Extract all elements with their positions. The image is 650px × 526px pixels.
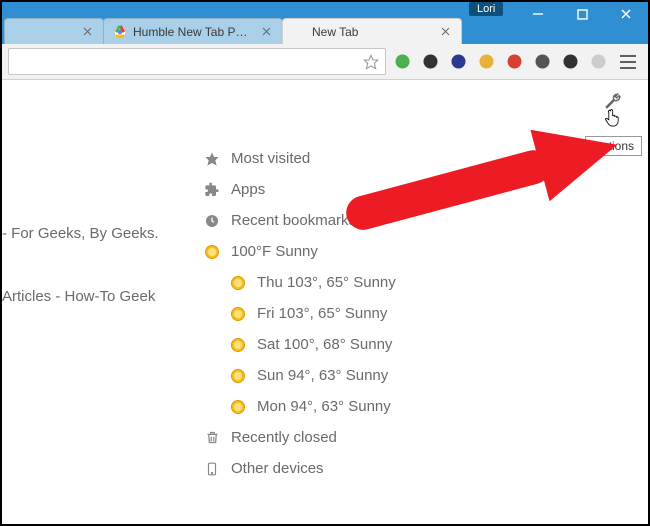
tab-background-2[interactable]: Humble New Tab Page bbox=[103, 18, 283, 44]
sun-icon bbox=[229, 277, 247, 289]
menu-weather[interactable]: 100°F Sunny bbox=[203, 237, 396, 266]
address-bar[interactable] bbox=[8, 48, 386, 75]
menu-forecast-day[interactable]: Fri 103°, 65° Sunny bbox=[229, 299, 396, 328]
menu-button[interactable] bbox=[614, 50, 642, 74]
menu-label: Sun 94°, 63° Sunny bbox=[257, 367, 388, 384]
favicon-icon bbox=[291, 24, 306, 39]
tab-background-1[interactable] bbox=[4, 18, 104, 44]
puzzle-icon bbox=[203, 182, 221, 198]
favicon-icon bbox=[112, 24, 127, 39]
sun-icon bbox=[229, 308, 247, 320]
menu-recently-closed[interactable]: Recently closed bbox=[203, 423, 396, 452]
menu-label: Recently closed bbox=[231, 429, 337, 446]
circle-icon[interactable] bbox=[502, 50, 526, 74]
menu-most-visited[interactable]: Most visited bbox=[203, 144, 396, 173]
chrome-icon[interactable] bbox=[474, 50, 498, 74]
close-icon[interactable] bbox=[439, 26, 451, 38]
menu-forecast-day[interactable]: Thu 103°, 65° Sunny bbox=[229, 268, 396, 297]
tab-active[interactable]: New Tab bbox=[282, 18, 462, 44]
menu-forecast-day[interactable]: Sat 100°, 68° Sunny bbox=[229, 330, 396, 359]
device-icon bbox=[203, 461, 221, 477]
sun-icon bbox=[229, 401, 247, 413]
info-icon[interactable] bbox=[530, 50, 554, 74]
pocket-icon[interactable] bbox=[558, 50, 582, 74]
ublock-icon[interactable] bbox=[390, 50, 414, 74]
close-icon[interactable] bbox=[81, 26, 93, 38]
trash-icon bbox=[203, 430, 221, 445]
menu-label: Other devices bbox=[231, 460, 324, 477]
bookmark-star-icon[interactable] bbox=[363, 54, 379, 70]
menu-label: Thu 103°, 65° Sunny bbox=[257, 274, 396, 291]
new-tab-menu: Most visited Apps Recent bookmarks 100°F… bbox=[203, 144, 396, 483]
menu-other-devices[interactable]: Other devices bbox=[203, 454, 396, 483]
menu-label: Most visited bbox=[231, 150, 310, 167]
menu-label: Recent bookmarks bbox=[231, 212, 356, 229]
tab-label: Humble New Tab Page bbox=[133, 25, 254, 39]
menu-apps[interactable]: Apps bbox=[203, 175, 396, 204]
window-close-button[interactable] bbox=[604, 0, 648, 28]
menu-label: Fri 103°, 65° Sunny bbox=[257, 305, 387, 322]
menu-label: Apps bbox=[231, 181, 265, 198]
sun-icon bbox=[229, 339, 247, 351]
close-icon[interactable] bbox=[260, 26, 272, 38]
menu-recent-bookmarks[interactable]: Recent bookmarks bbox=[203, 206, 396, 235]
pale-icon[interactable] bbox=[586, 50, 610, 74]
menu-forecast-day[interactable]: Mon 94°, 63° Sunny bbox=[229, 392, 396, 421]
sun-icon bbox=[229, 370, 247, 382]
toolbar bbox=[2, 44, 648, 80]
user-badge[interactable]: Lori bbox=[469, 2, 503, 16]
menu-forecast-day[interactable]: Sun 94°, 63° Sunny bbox=[229, 361, 396, 390]
menu-label: 100°F Sunny bbox=[231, 243, 318, 260]
truncated-title-1: - For Geeks, By Geeks. bbox=[2, 225, 159, 242]
menu-label: Mon 94°, 63° Sunny bbox=[257, 398, 391, 415]
shield-icon[interactable] bbox=[446, 50, 470, 74]
window-minimize-button[interactable] bbox=[516, 0, 560, 28]
window-maximize-button[interactable] bbox=[560, 0, 604, 28]
truncated-title-2: Articles - How-To Geek bbox=[2, 288, 155, 305]
cursor-hand-icon bbox=[603, 108, 623, 130]
tab-label: New Tab bbox=[312, 25, 433, 39]
sun-icon bbox=[203, 246, 221, 258]
box-icon[interactable] bbox=[418, 50, 442, 74]
menu-label: Sat 100°, 68° Sunny bbox=[257, 336, 392, 353]
options-tooltip: Options bbox=[585, 136, 642, 156]
star-icon bbox=[203, 151, 221, 167]
clock-icon bbox=[203, 213, 221, 229]
